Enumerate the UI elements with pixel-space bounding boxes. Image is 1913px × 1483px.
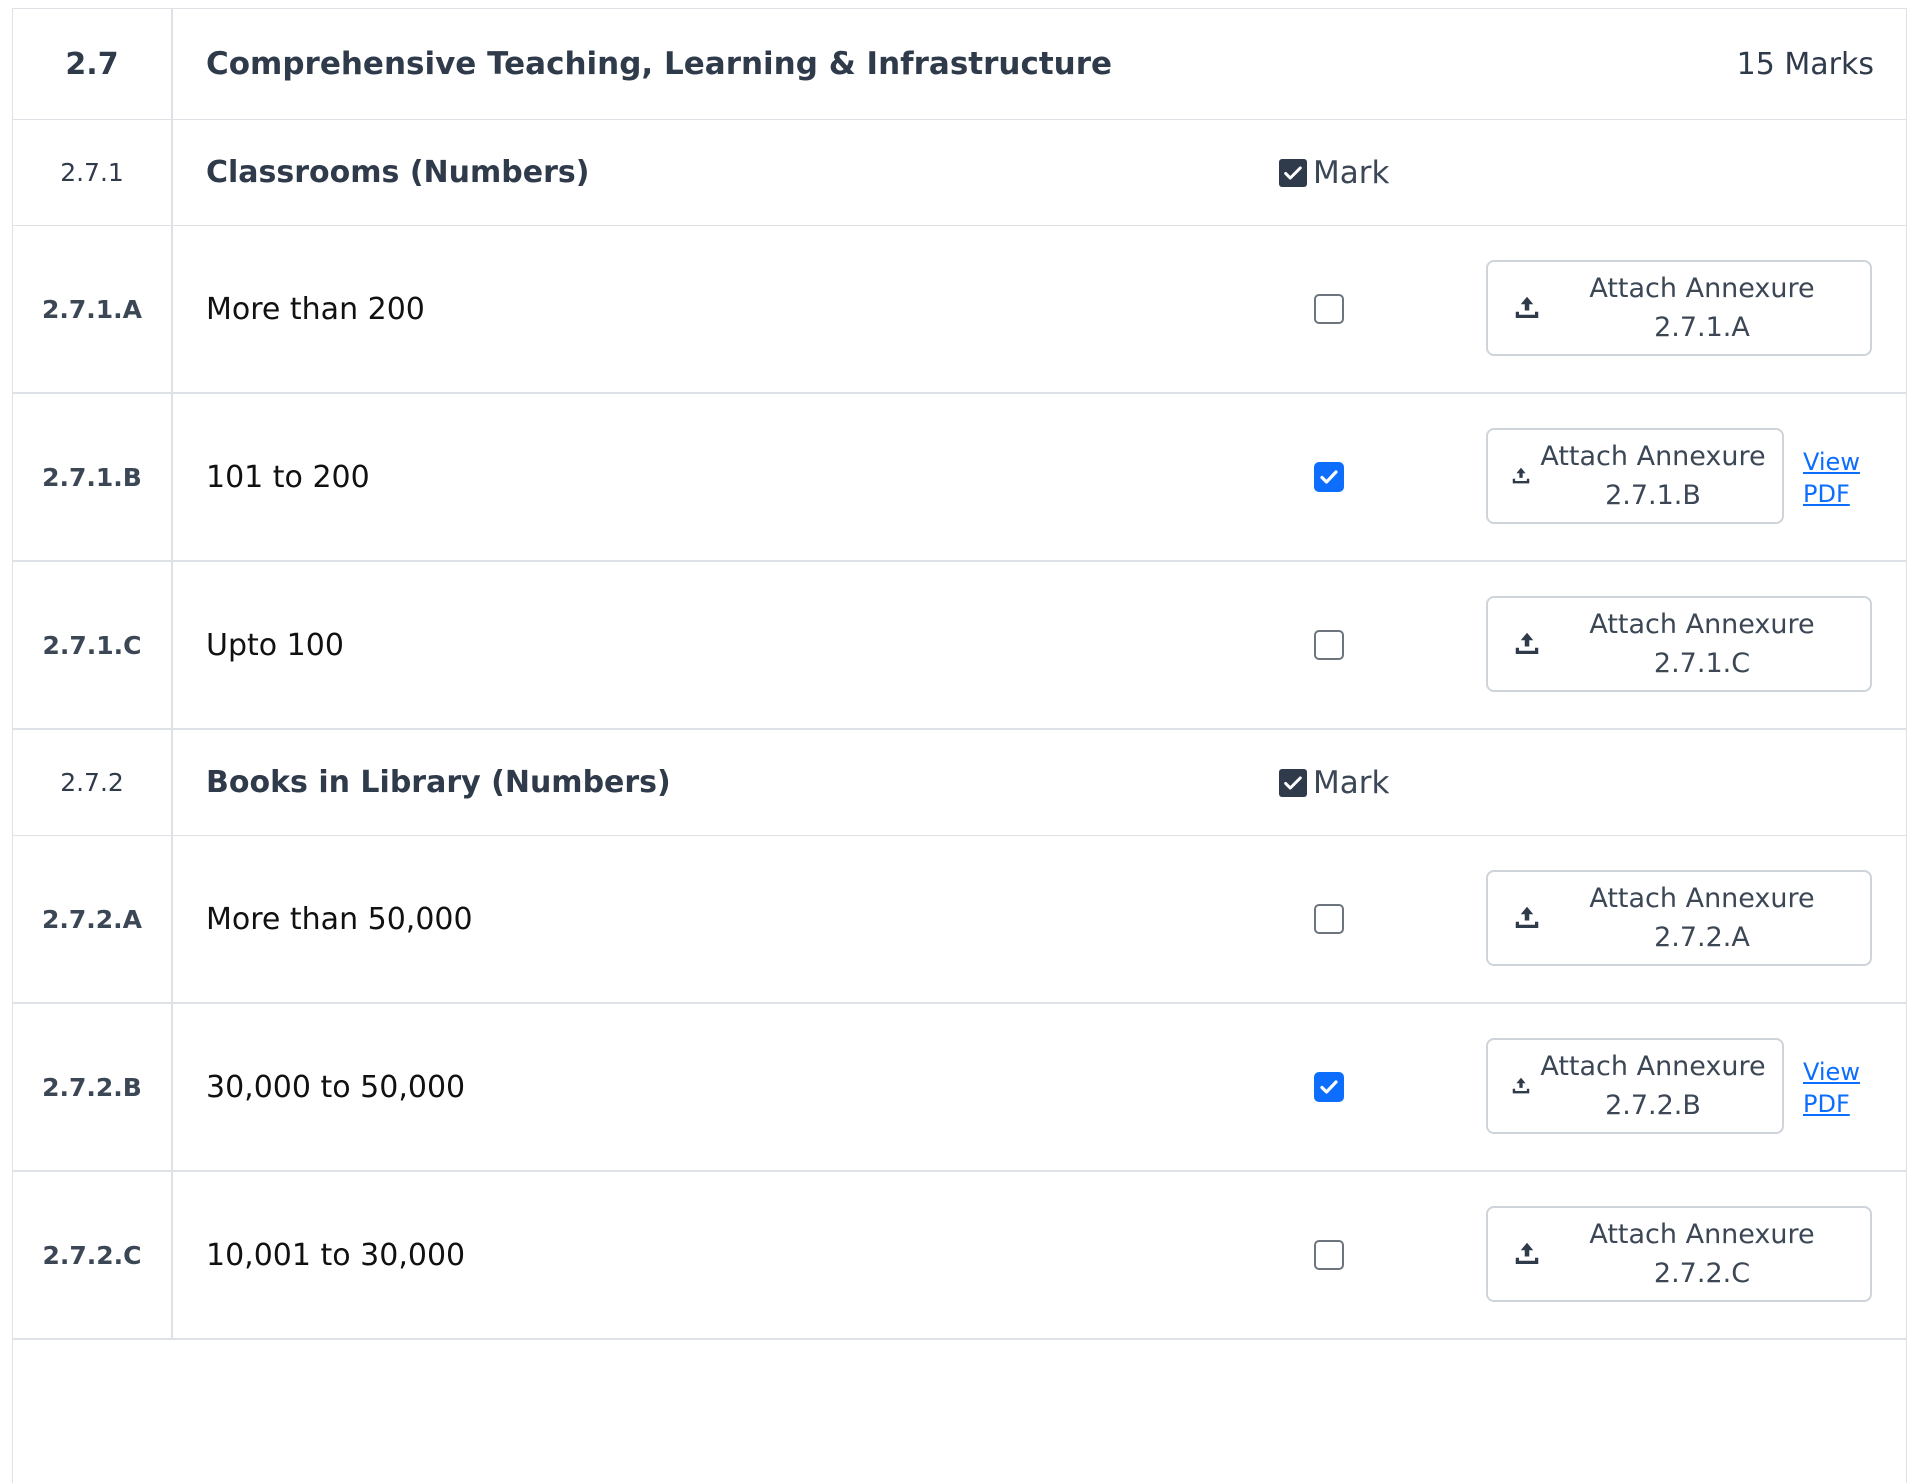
- upload-icon: [1512, 293, 1542, 323]
- option-code: 2.7.2.A: [13, 836, 173, 1002]
- option-label: More than 200: [206, 291, 425, 327]
- option-label: 10,001 to 30,000: [206, 1237, 466, 1273]
- attach-code: 2.7.1.C: [1653, 648, 1751, 679]
- section-row: 2.7 Comprehensive Teaching, Learning & I…: [13, 9, 1906, 120]
- attach-annexure-button[interactable]: Attach Annexure 2.7.1.A: [1486, 260, 1872, 356]
- upload-icon: [1512, 1239, 1542, 1269]
- option-checkbox[interactable]: [1314, 630, 1344, 660]
- option-row: 2.7.2.A More than 50,000 Attach Annexure…: [13, 836, 1906, 1004]
- group-code: 2.7.2: [13, 730, 173, 835]
- option-code: 2.7.2.B: [13, 1004, 173, 1170]
- upload-icon: [1510, 1075, 1532, 1097]
- option-code: 2.7.1.A: [13, 226, 173, 392]
- group-title: Classrooms (Numbers): [206, 155, 590, 190]
- mark-label: Mark: [1313, 154, 1390, 191]
- option-checkbox[interactable]: [1314, 294, 1344, 324]
- option-checkbox[interactable]: [1314, 1240, 1344, 1270]
- attach-annexure-button[interactable]: Attach Annexure 2.7.2.B: [1486, 1038, 1784, 1134]
- attach-label: Attach Annexure: [1589, 609, 1815, 640]
- group-row: 2.7.2 Books in Library (Numbers) Mark: [13, 730, 1906, 836]
- check-icon: [1320, 1080, 1338, 1094]
- view-link-text: View: [1803, 448, 1860, 476]
- attach-label: Attach Annexure: [1540, 441, 1766, 472]
- upload-icon: [1512, 629, 1542, 659]
- check-icon: [1320, 470, 1338, 484]
- option-row: 2.7.2.B 30,000 to 50,000 Attach Annexure…: [13, 1004, 1906, 1172]
- option-label: 101 to 200: [206, 459, 370, 495]
- option-label: 30,000 to 50,000: [206, 1069, 466, 1105]
- option-row: 2.7.1.A More than 200 Attach Annexure 2.7…: [13, 226, 1906, 394]
- option-code: 2.7.1.B: [13, 394, 173, 560]
- attach-label: Attach Annexure: [1589, 273, 1815, 304]
- group-row: 2.7.1 Classrooms (Numbers) Mark: [13, 120, 1906, 226]
- option-row: 2.7.1.B 101 to 200 Attach Annexure 2.7.1.…: [13, 394, 1906, 562]
- mark-checkbox[interactable]: Mark: [1279, 120, 1389, 225]
- option-checkbox[interactable]: [1314, 1072, 1344, 1102]
- section-code: 2.7: [13, 9, 173, 119]
- option-label: Upto 100: [206, 627, 344, 663]
- check-icon: [1279, 768, 1307, 797]
- view-link-text: View: [1803, 1058, 1860, 1086]
- attach-code: 2.7.2.B: [1605, 1090, 1701, 1121]
- pdf-link-text: PDF: [1803, 480, 1850, 508]
- attach-code: 2.7.1.A: [1654, 312, 1750, 343]
- attach-annexure-button[interactable]: Attach Annexure 2.7.1.C: [1486, 596, 1872, 692]
- attach-label: Attach Annexure: [1589, 1219, 1815, 1250]
- option-code: 2.7.1.C: [13, 562, 173, 728]
- attach-annexure-button[interactable]: Attach Annexure 2.7.1.B: [1486, 428, 1784, 524]
- attach-label: Attach Annexure: [1540, 1051, 1766, 1082]
- attach-code: 2.7.2.A: [1654, 922, 1750, 953]
- attach-annexure-button[interactable]: Attach Annexure 2.7.2.C: [1486, 1206, 1872, 1302]
- option-row: 2.7.2.C 10,001 to 30,000 Attach Annexure…: [13, 1172, 1906, 1340]
- option-checkbox[interactable]: [1314, 904, 1344, 934]
- upload-icon: [1512, 903, 1542, 933]
- attach-annexure-button[interactable]: Attach Annexure 2.7.2.A: [1486, 870, 1872, 966]
- attach-code: 2.7.2.C: [1653, 1258, 1751, 1289]
- group-title: Books in Library (Numbers): [206, 765, 671, 800]
- mark-checkbox[interactable]: Mark: [1279, 730, 1389, 835]
- pdf-link-text: PDF: [1803, 1090, 1850, 1118]
- section-title: Comprehensive Teaching, Learning & Infra…: [206, 46, 1113, 82]
- option-label: More than 50,000: [206, 901, 473, 937]
- upload-icon: [1510, 465, 1532, 487]
- attach-code: 2.7.1.B: [1605, 480, 1701, 511]
- section-marks: 15 Marks: [1736, 46, 1874, 82]
- view-pdf-link[interactable]: View PDF: [1803, 1056, 1860, 1120]
- mark-label: Mark: [1313, 764, 1390, 801]
- option-row: 2.7.1.C Upto 100 Attach Annexure 2.7.1.C: [13, 562, 1906, 730]
- view-pdf-link[interactable]: View PDF: [1803, 446, 1860, 510]
- option-checkbox[interactable]: [1314, 462, 1344, 492]
- attach-label: Attach Annexure: [1589, 883, 1815, 914]
- check-icon: [1279, 158, 1307, 187]
- option-code: 2.7.2.C: [13, 1172, 173, 1338]
- criteria-table: 2.7 Comprehensive Teaching, Learning & I…: [12, 8, 1907, 1483]
- group-code: 2.7.1: [13, 120, 173, 225]
